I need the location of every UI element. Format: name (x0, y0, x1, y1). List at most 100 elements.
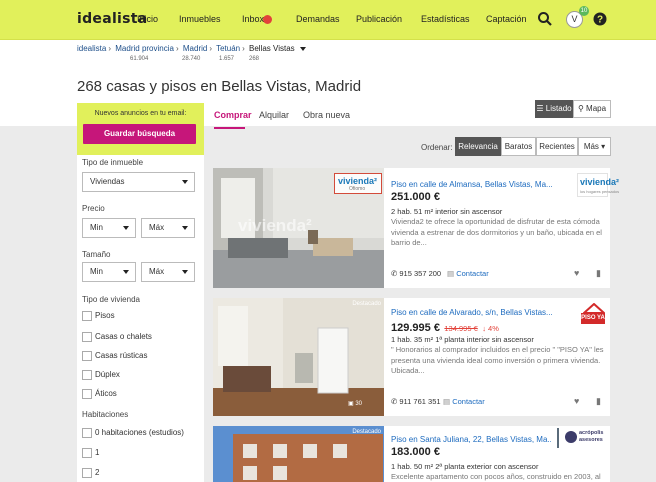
listing-photo[interactable]: Destacado ▣ 30 (213, 298, 384, 416)
listing-price: 129.995 € (391, 322, 440, 334)
nav-captacion[interactable]: Captación (486, 14, 527, 24)
photo-watermark-large: vivienda² (238, 216, 312, 235)
nav-publicacion[interactable]: Publicación (356, 14, 402, 24)
contact-button[interactable]: ▤ Contactar (443, 397, 485, 406)
map-view-label: Mapa (586, 104, 607, 113)
active-tab-indicator (214, 127, 245, 129)
nav-estadisticas[interactable]: Estadísticas (421, 14, 470, 24)
chevron-down-icon (182, 226, 188, 230)
price-min-select[interactable]: Min (82, 218, 136, 238)
favorite-icon[interactable]: ♥ (574, 396, 579, 406)
agency-logo[interactable]: acrópolis asesores (551, 426, 608, 452)
photo-watermark: vivienda² (338, 176, 378, 186)
breadcrumb-bellas-vistas[interactable]: Bellas Vistas (249, 44, 295, 53)
checkbox-aticos-label: Áticos (95, 389, 117, 398)
photo-count: ▣ 30 (348, 400, 362, 407)
nav-inicio[interactable]: Inicio (137, 14, 158, 24)
listing-title-link[interactable]: Piso en Santa Juliana, 22, Bellas Vistas… (391, 435, 554, 444)
tab-comprar[interactable]: Comprar (214, 110, 252, 120)
chevron-down-icon (123, 226, 129, 230)
listing-title-link[interactable]: Piso en calle de Alvarado, s/n, Bellas V… (391, 308, 553, 317)
sort-label: Ordenar: (421, 143, 453, 152)
featured-badge: Destacado (352, 429, 381, 435)
agency-logo-text: acrópolis asesores (579, 430, 604, 443)
agency-logo[interactable]: vivienda² los hogares pensados (577, 173, 619, 197)
agency-logo-sub: los hogares pensados (580, 189, 620, 194)
listing-phone[interactable]: ✆ 915 357 200 (391, 269, 441, 278)
agency-logo[interactable]: PISO YA (577, 301, 608, 327)
breadcrumb: idealista › Madrid provincia › Madrid › Tet… (77, 44, 306, 53)
breadcrumb-madrid-provincia[interactable]: Madrid provincia (115, 44, 174, 53)
agency-logo-text: PISO YA (581, 313, 605, 324)
agency-logo-mark (565, 431, 577, 443)
checkbox-rooms-0[interactable] (82, 428, 92, 438)
trash-icon[interactable]: ▮ (596, 396, 601, 407)
search-icon[interactable] (537, 11, 553, 27)
sort-baratos[interactable]: Baratos (501, 137, 536, 156)
checkbox-duplex[interactable] (82, 370, 92, 380)
price-max-select[interactable]: Máx (141, 218, 195, 238)
sort-mas[interactable]: Más ▾ (578, 137, 611, 156)
checkbox-rooms-2[interactable] (82, 468, 92, 478)
property-type-select[interactable]: Viviendas (82, 172, 195, 192)
chevron-down-icon (182, 180, 188, 184)
property-type-value: Viviendas (90, 177, 125, 186)
checkbox-casas-rusticas-label: Casas rústicas (95, 351, 148, 360)
contact-button[interactable]: ▤ Contactar (447, 269, 489, 278)
listing-phone[interactable]: ✆ 911 761 351 (391, 397, 441, 406)
listing-photo[interactable]: vivienda² Ofiomo vivienda² (213, 168, 384, 288)
operation-tabs: Comprar Alquilar Obra nueva (214, 110, 364, 130)
tab-obra-nueva[interactable]: Obra nueva (303, 110, 350, 120)
checkbox-casas-rusticas[interactable] (82, 351, 92, 361)
map-pin-icon: ⚲ (577, 104, 584, 113)
checkbox-aticos[interactable] (82, 389, 92, 399)
avatar-badge: 10 (579, 6, 589, 16)
size-max-select[interactable]: Máx (141, 262, 195, 282)
trash-icon[interactable]: ▮ (596, 268, 601, 279)
listing-photo[interactable]: Destacado (213, 426, 384, 482)
camera-icon: ▣ (348, 401, 354, 407)
sort-relevancia[interactable]: Relevancia (455, 137, 501, 156)
featured-badge: Destacado (352, 301, 381, 307)
favorite-icon[interactable]: ♥ (574, 268, 579, 278)
checkbox-pisos[interactable] (82, 311, 92, 321)
sort-mas-label: Más (583, 142, 599, 151)
breadcrumb-madrid[interactable]: Madrid (183, 44, 207, 53)
price-max-value: Máx (149, 223, 165, 232)
save-search-button[interactable]: Guardar búsqueda (83, 124, 196, 144)
size-min-select[interactable]: Min (82, 262, 136, 282)
chevron-down-icon (182, 270, 188, 274)
map-view-button[interactable]: ⚲ Mapa (573, 100, 611, 118)
checkbox-rooms-1[interactable] (82, 448, 92, 458)
list-view-button[interactable]: ☰ Listado (535, 100, 573, 118)
page-title: 268 casas y pisos en Bellas Vistas, Madr… (77, 78, 362, 95)
tab-alquilar[interactable]: Alquilar (259, 110, 289, 120)
nav-inmuebles[interactable]: Inmuebles (179, 14, 221, 24)
list-view-label: Listado (545, 104, 572, 113)
breadcrumb-tetuan[interactable]: Tetuán (216, 44, 240, 53)
help-icon[interactable]: ? (593, 12, 607, 26)
nav-demandas[interactable]: Demandas (296, 14, 340, 24)
listing-phone-number: 915 357 200 (399, 269, 442, 278)
listing-description: Excelente apartamento con pocos años, co… (391, 472, 601, 481)
photo-watermark-sub: Ofiomo (349, 186, 366, 192)
listing-details: 1 hab. 50 m² 2ª planta exterior con asce… (391, 462, 539, 471)
checkbox-casas-chalets-label: Casas o chalets (95, 332, 152, 341)
sort-recientes[interactable]: Recientes (536, 137, 578, 156)
inbox-badge (263, 15, 272, 24)
listing-title-link[interactable]: Piso en calle de Almansa, Bellas Vistas,… (391, 180, 553, 189)
breadcrumb-idealista[interactable]: idealista (77, 44, 106, 53)
agency-logo-tower (557, 428, 559, 448)
photo-watermark-box: vivienda² Ofiomo (334, 173, 382, 194)
nav-inbox[interactable]: Inbox (242, 14, 264, 24)
listing-description: " Honorarios al comprador incluidos en e… (391, 345, 604, 375)
checkbox-casas-chalets[interactable] (82, 332, 92, 342)
chevron-down-icon[interactable] (299, 46, 306, 51)
property-type-label: Tipo de inmueble (82, 158, 144, 167)
size-min-value: Min (90, 267, 103, 276)
size-label: Tamaño (82, 250, 111, 259)
price-label: Precio (82, 204, 105, 213)
phone-icon: ✆ (391, 397, 398, 406)
checkbox-pisos-label: Pisos (95, 311, 115, 320)
checkbox-duplex-label: Dúplex (95, 370, 120, 379)
